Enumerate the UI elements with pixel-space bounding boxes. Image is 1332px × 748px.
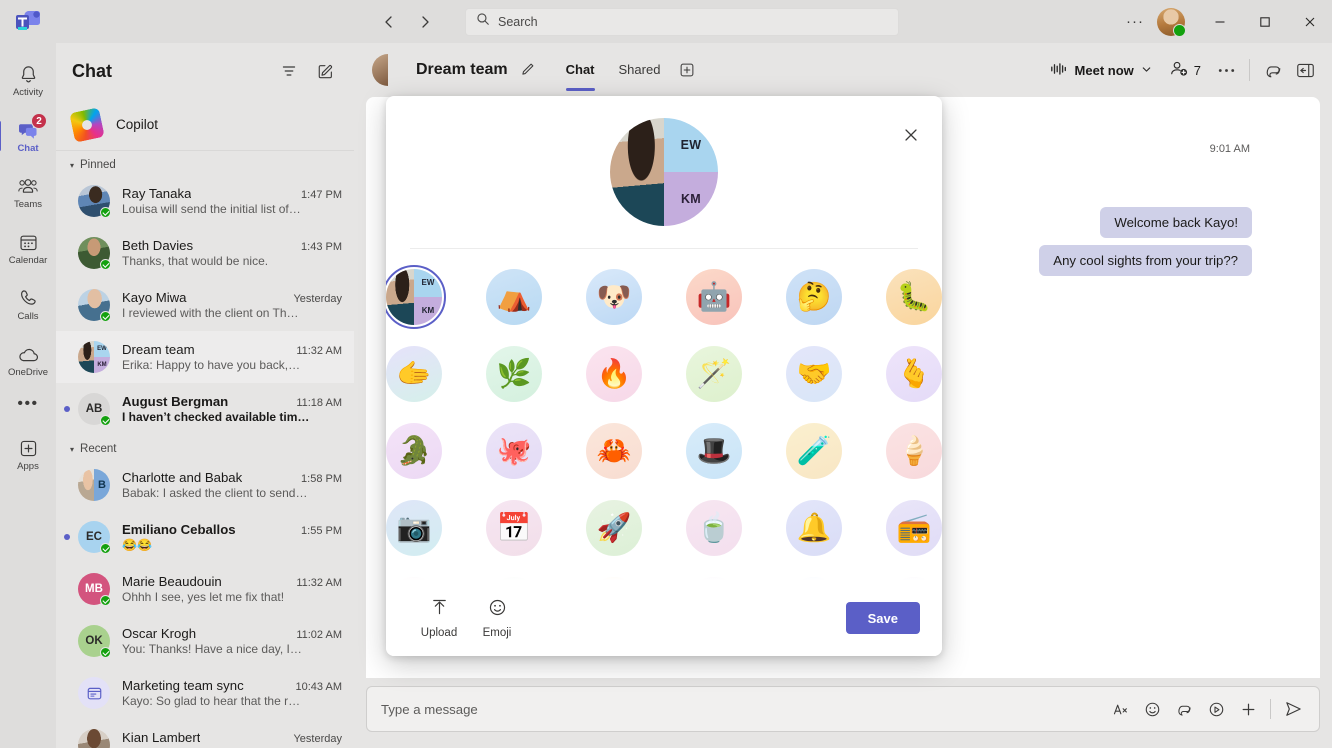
crab-sticker[interactable]: 🦀: [586, 423, 642, 479]
leaf-in-hand-sticker[interactable]: 🌿: [486, 346, 542, 402]
bug-sticker[interactable]: 🐛: [886, 269, 942, 325]
rocket-sticker[interactable]: 🚀: [586, 500, 642, 556]
sticker-glyph: 🔔: [796, 512, 832, 543]
upload-label: Upload: [420, 626, 458, 639]
upload-button[interactable]: Upload: [410, 594, 468, 643]
sticker-glyph: 🎩: [696, 435, 732, 466]
dialog-footer: Upload Emoji Save: [386, 580, 942, 656]
handshake-sticker[interactable]: 🤝: [786, 346, 842, 402]
emoji-icon: [488, 598, 507, 622]
sticker-glyph: 📷: [396, 512, 432, 543]
sticker-glyph: 🫱: [396, 358, 432, 389]
avatar-photo-half: [610, 118, 664, 226]
sticker-glyph: 🫰: [896, 358, 932, 389]
robot-sticker[interactable]: 🤖: [686, 269, 742, 325]
sticker-glyph: 🧪: [796, 435, 832, 466]
sticker-glyph: 🔥: [596, 358, 632, 389]
current-group-avatar[interactable]: EW KM: [386, 265, 446, 329]
rabbit-in-hat-sticker[interactable]: 🎩: [686, 423, 742, 479]
hands-stack-sticker[interactable]: 🫱: [386, 346, 442, 402]
sticker-glyph: ⛺: [496, 281, 532, 312]
sticker-glyph: 🍵: [696, 512, 732, 543]
crocodile-sticker[interactable]: 🐊: [386, 423, 442, 479]
teacup-sticker[interactable]: 🍵: [686, 500, 742, 556]
sticker-gallery[interactable]: EWKM⛺🐶🤖🤔🐛🫱🌿🔥🪄🤝🫰🐊🐙🦀🎩🧪🍦📷📅🚀🍵🔔📻🤎🎞🎈📱🎸📽: [386, 249, 942, 580]
ice-cream-cone-sticker[interactable]: 🍦: [886, 423, 942, 479]
avatar-cell-km: KM: [664, 172, 718, 226]
avatar-cell-ew: EW: [664, 118, 718, 172]
teams-app-window: Search ··· Activity 2 Chat Teams Calenda…: [0, 0, 1332, 748]
sticker-glyph: 🐶: [596, 281, 632, 312]
sticker-glyph: 🤖: [696, 281, 732, 312]
edit-group-avatar-dialog: EW KM EWKM⛺🐶🤖🤔🐛🫱🌿🔥🪄🤝🫰🐊🐙🦀🎩🧪🍦📷📅🚀🍵🔔📻🤎🎞🎈📱🎸📽 …: [386, 96, 942, 656]
sticker-glyph: 🐙: [496, 435, 532, 466]
save-button[interactable]: Save: [845, 602, 920, 634]
sticker-glyph: 🐛: [896, 281, 932, 312]
octopus-sticker[interactable]: 🐙: [486, 423, 542, 479]
radio-sticker[interactable]: 📻: [886, 500, 942, 556]
sticker-glyph: 🤔: [796, 281, 832, 312]
sticker-glyph: 🍦: [896, 435, 932, 466]
emoji-label: Emoji: [482, 626, 512, 639]
sticker-glyph: 🚀: [596, 512, 632, 543]
magic-wand-sticker[interactable]: 🪄: [686, 346, 742, 402]
thinking-face-sticker[interactable]: 🤔: [786, 269, 842, 325]
sticker-glyph: 📻: [896, 512, 932, 543]
upload-icon: [430, 598, 449, 622]
camping-tent-sticker[interactable]: ⛺: [486, 269, 542, 325]
sticker-glyph: 🤝: [796, 358, 832, 389]
avatar-initials-half: EW KM: [664, 118, 718, 226]
dialog-header: EW KM: [386, 96, 942, 248]
dog-face-sticker[interactable]: 🐶: [586, 269, 642, 325]
sticker-glyph: 📅: [496, 512, 532, 543]
sticker-glyph: 🐊: [396, 435, 432, 466]
heart-hands-sticker[interactable]: 🫰: [886, 346, 942, 402]
calendar-sticker[interactable]: 📅: [486, 500, 542, 556]
hands-flame-sticker[interactable]: 🔥: [586, 346, 642, 402]
group-avatar-preview: EW KM: [610, 118, 718, 226]
emoji-button[interactable]: Emoji: [468, 594, 526, 643]
sticker-glyph: 🪄: [696, 358, 732, 389]
camera-sticker[interactable]: 📷: [386, 500, 442, 556]
sticker-glyph: 🌿: [496, 358, 532, 389]
sticker-glyph: 🦀: [596, 435, 632, 466]
potion-sticker[interactable]: 🧪: [786, 423, 842, 479]
close-icon[interactable]: [896, 120, 926, 150]
bell-sticker[interactable]: 🔔: [786, 500, 842, 556]
